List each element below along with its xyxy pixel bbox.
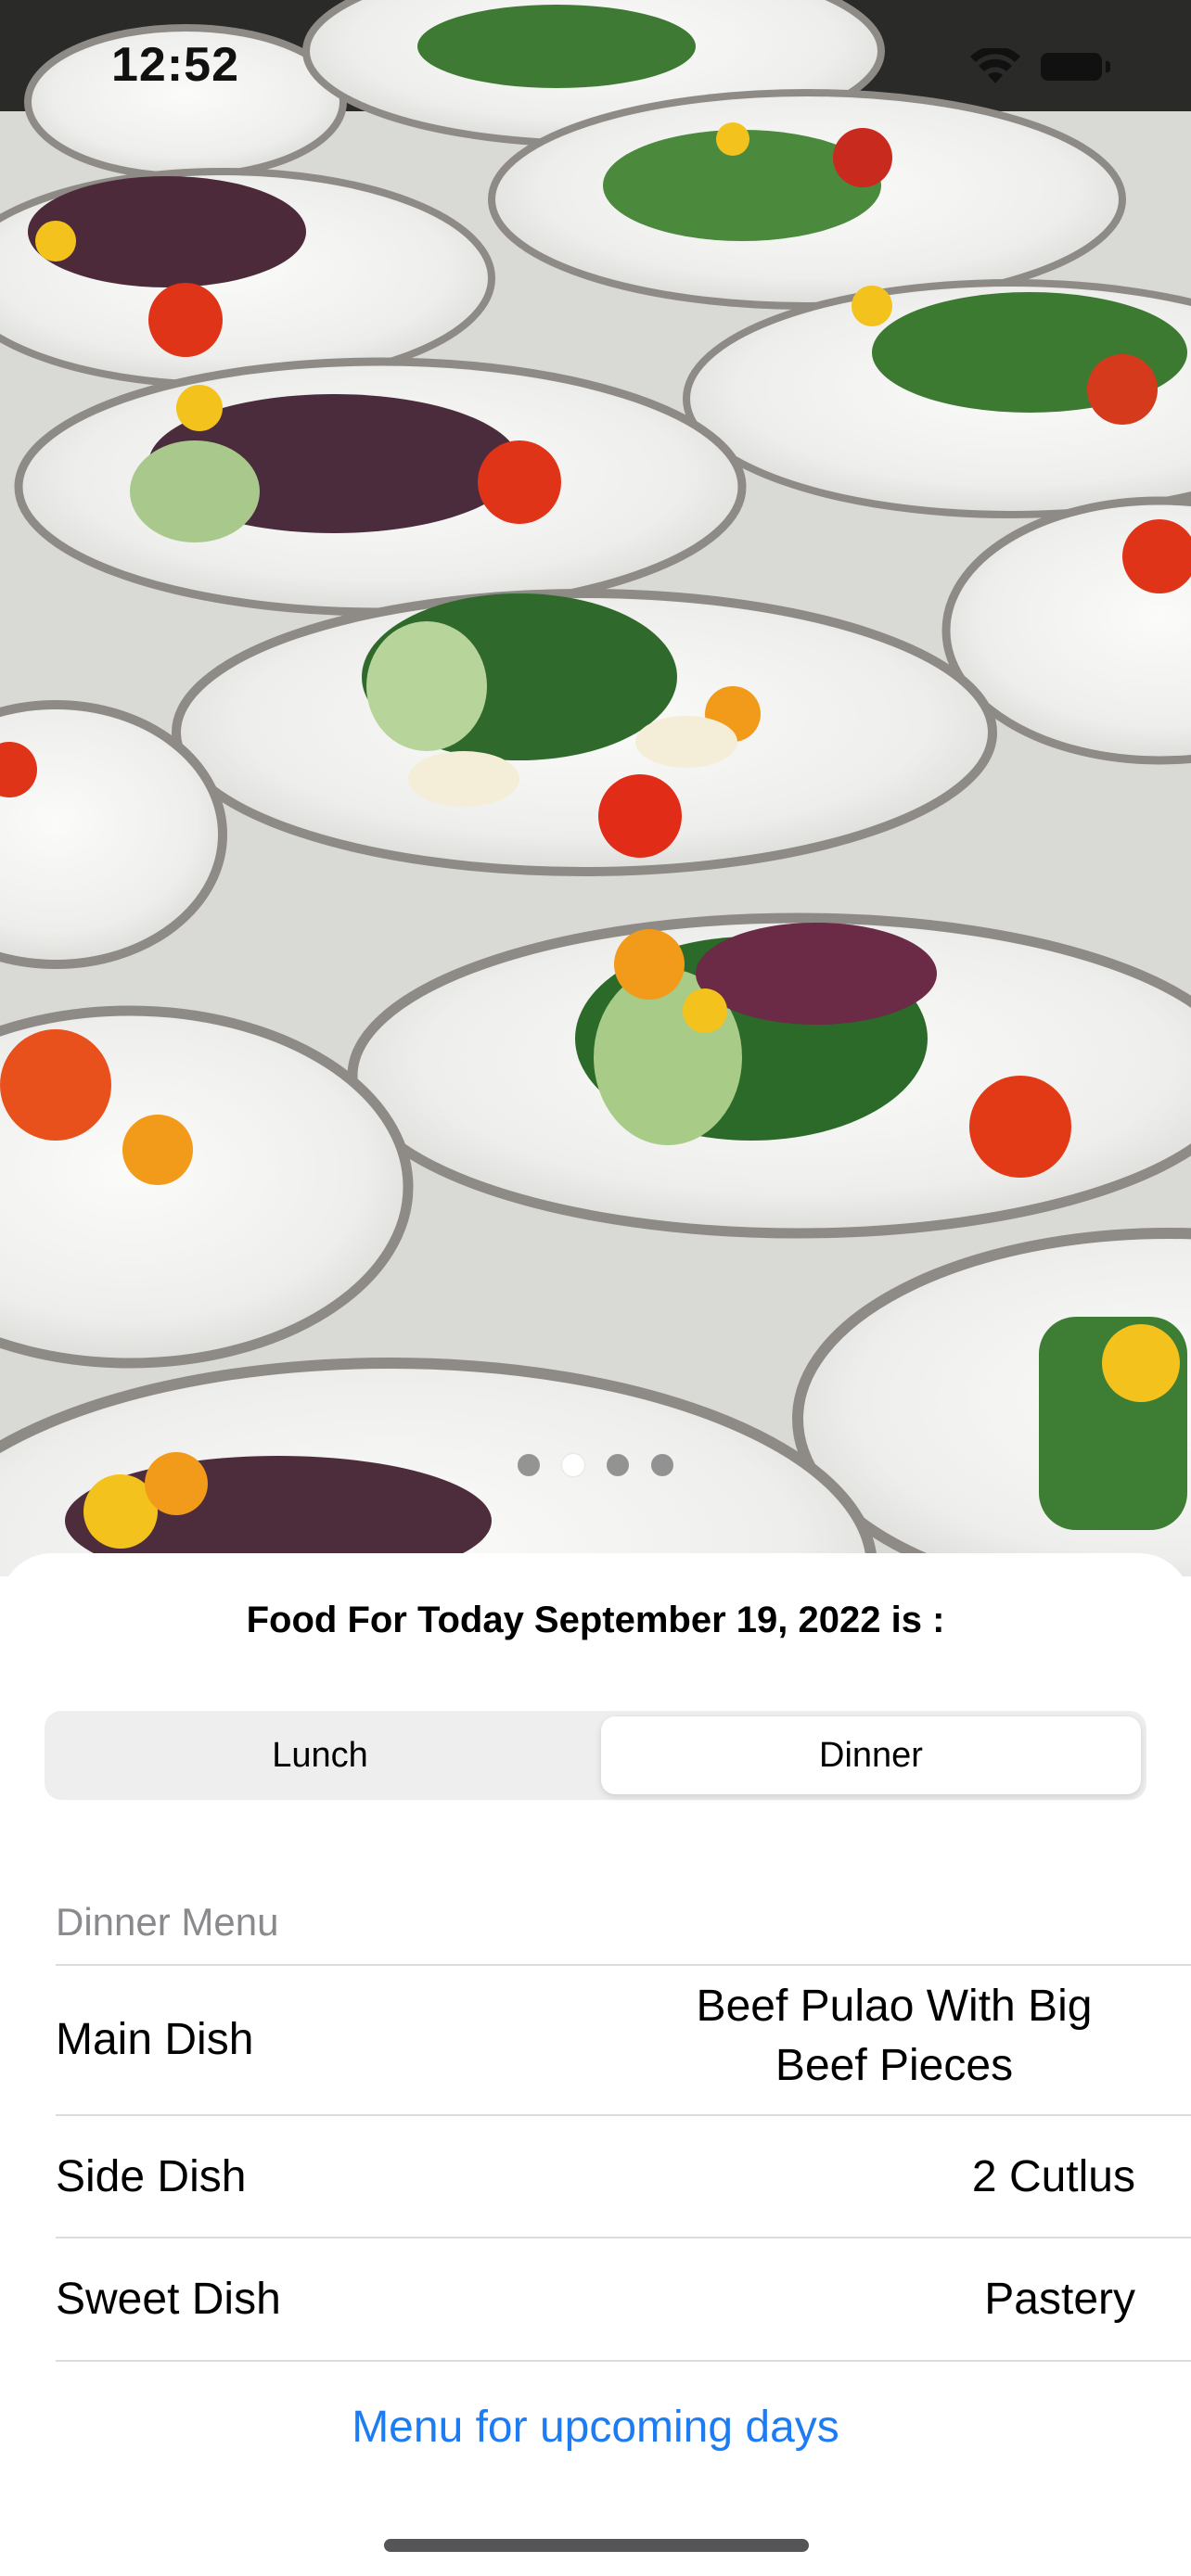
menu-row-main-dish: Main Dish Beef Pulao With Big Beef Piece… [56,1964,1191,2114]
plates-illustration [0,0,1191,1576]
plate-left-second-row [0,168,495,389]
row-label: Side Dish [56,2152,247,2201]
status-bar: 12:52 [0,0,1191,139]
row-value: 2 Cutlus [971,2152,1135,2201]
row-label: Sweet Dish [56,2275,281,2324]
menu-divider [56,2360,1191,2362]
carousel-dot[interactable] [651,1454,673,1476]
menu-row-side-dish: Side Dish 2 Cutlus [56,2114,1191,2237]
upcoming-menu-link[interactable]: Menu for upcoming days [0,2400,1191,2455]
page-title: Food For Today September 19, 2022 is : [246,1600,945,1640]
meal-segmented-control[interactable]: Lunch Dinner [45,1711,1146,1800]
row-value: Beef Pulao With Big Beef Pieces [696,1982,1093,2090]
menu-section-header: Dinner Menu [56,1900,279,1944]
carousel-dot[interactable] [562,1454,584,1476]
carousel-page-indicator[interactable] [0,1454,1191,1482]
carousel-dot[interactable] [607,1454,629,1476]
battery-icon [1041,53,1102,81]
segment-dinner[interactable]: Dinner [601,1716,1141,1794]
plate-center [172,589,997,876]
carousel-dot[interactable] [518,1454,540,1476]
status-time: 12:52 [111,38,239,92]
row-label: Main Dish [56,2015,254,2064]
plate-center-left [14,357,747,617]
battery-tip [1106,61,1110,72]
hero-food-image[interactable] [0,0,1191,1576]
plate-lower-right [347,912,1191,1239]
wifi-icon [970,48,1020,83]
home-indicator[interactable] [384,2539,809,2552]
menu-row-sweet-dish: Sweet Dish Pastery [56,2237,1191,2361]
segment-lunch[interactable]: Lunch [50,1716,590,1794]
row-value: Pastery [984,2275,1135,2324]
